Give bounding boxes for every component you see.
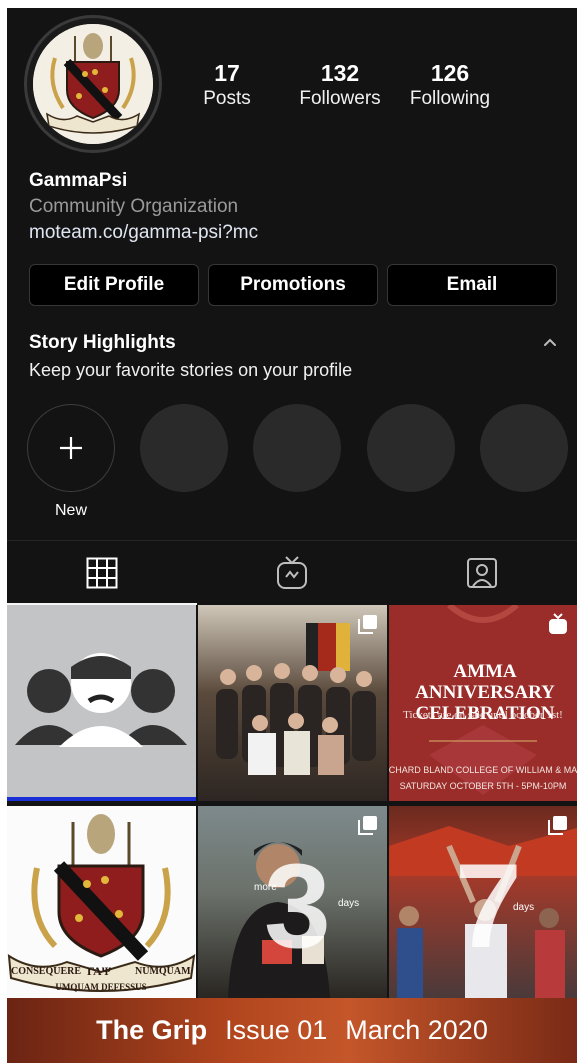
followers-count: 132 [320, 60, 360, 86]
multiple-photos-icon [358, 615, 377, 634]
posts-stat: 17 Posts [190, 60, 264, 112]
plus-icon [60, 437, 82, 459]
igtv-icon [277, 556, 307, 589]
profile-tab-bar [7, 540, 577, 605]
group-silhouette-icon [15, 653, 187, 747]
new-highlight-button[interactable] [27, 404, 115, 492]
anniversary-venue: CHARD BLAND COLLEGE OF WILLIAM & MA [389, 765, 577, 775]
story-highlights-subtitle: Keep your favorite stories on your profi… [29, 360, 353, 380]
newsletter-banner: The Grip Issue 01 March 2020 [7, 998, 577, 1063]
anniversary-date: SATURDAY OCTOBER 5TH - 5PM-10PM [399, 781, 567, 791]
post-thumbnail-crest[interactable]: CONSEQUERE ΓΑΨ NUMQUAM UMQUAM DEFESSUS [7, 806, 196, 998]
banner-issue: Issue 01 [225, 1015, 328, 1045]
chevron-up-icon[interactable] [541, 334, 559, 352]
countdown-days-label: days [513, 902, 535, 913]
crest-banner-text: UMQUAM DEFESSUS [55, 982, 147, 992]
new-highlight-label: New [54, 502, 87, 519]
profile-link[interactable]: moteam.co/gamma-psi?mc [29, 222, 258, 244]
tab-igtv[interactable] [197, 541, 387, 605]
story-highlights-title: Story Highlights [29, 332, 176, 353]
tab-grid[interactable] [7, 541, 197, 605]
grid-icon [86, 557, 118, 589]
igtv-badge-icon [549, 613, 567, 634]
post-thumbnail-group-photo[interactable] [198, 605, 387, 801]
banner-date: March 2020 [345, 1015, 488, 1045]
profile-category: Community Organization [29, 196, 239, 217]
followers-label: Followers [299, 88, 381, 109]
tagged-person-icon [467, 558, 497, 588]
post-thumbnail-anniversary[interactable]: AMMA ANNIVERSARY CELEBRATION Tickets are… [389, 605, 577, 801]
posts-count: 17 [214, 60, 240, 86]
following-stat[interactable]: 126 Following [402, 60, 498, 112]
multiple-photos-icon [548, 816, 567, 835]
post-thumbnail-countdown-3[interactable]: 3 more days [198, 806, 387, 998]
following-label: Following [409, 88, 491, 109]
multiple-photos-icon [358, 816, 377, 835]
post-thumbnail-default-avatars[interactable] [7, 605, 196, 801]
profile-screen: 17 Posts 132 Followers 126 Following Gam… [7, 8, 577, 1063]
countdown-number: 3 [264, 839, 331, 973]
crest-greek-letters: ΓΑΨ [87, 964, 112, 978]
crest-motto-right: NUMQUAM [135, 966, 191, 977]
highlight-placeholder [480, 404, 568, 492]
anniversary-title-line1: AMMA ANNIVERSARY [415, 661, 555, 703]
anniversary-tickets: Tickets are on sale until october 1st! [403, 709, 563, 721]
highlight-placeholder [367, 404, 455, 492]
post-thumbnail-countdown-7[interactable]: 7 days [389, 806, 577, 998]
crest-logo [33, 24, 153, 144]
profile-name: GammaPsi [29, 170, 128, 191]
promotions-button[interactable]: Promotions [208, 264, 378, 306]
followers-stat[interactable]: 132 Followers [290, 60, 390, 112]
post-divider [7, 797, 196, 801]
countdown-days-label: days [338, 898, 360, 909]
highlight-placeholder [140, 404, 228, 492]
countdown-number: 7 [455, 839, 522, 973]
highlight-placeholder [253, 404, 341, 492]
posts-label: Posts [203, 88, 251, 109]
email-button[interactable]: Email [387, 264, 557, 306]
profile-avatar[interactable] [24, 15, 162, 153]
crest-motto-left: CONSEQUERE [11, 966, 82, 977]
countdown-more-label: more [254, 882, 277, 893]
following-count: 126 [430, 60, 470, 86]
banner-title: The Grip [96, 1015, 208, 1045]
edit-profile-button[interactable]: Edit Profile [29, 264, 199, 306]
tab-tagged[interactable] [387, 541, 577, 605]
